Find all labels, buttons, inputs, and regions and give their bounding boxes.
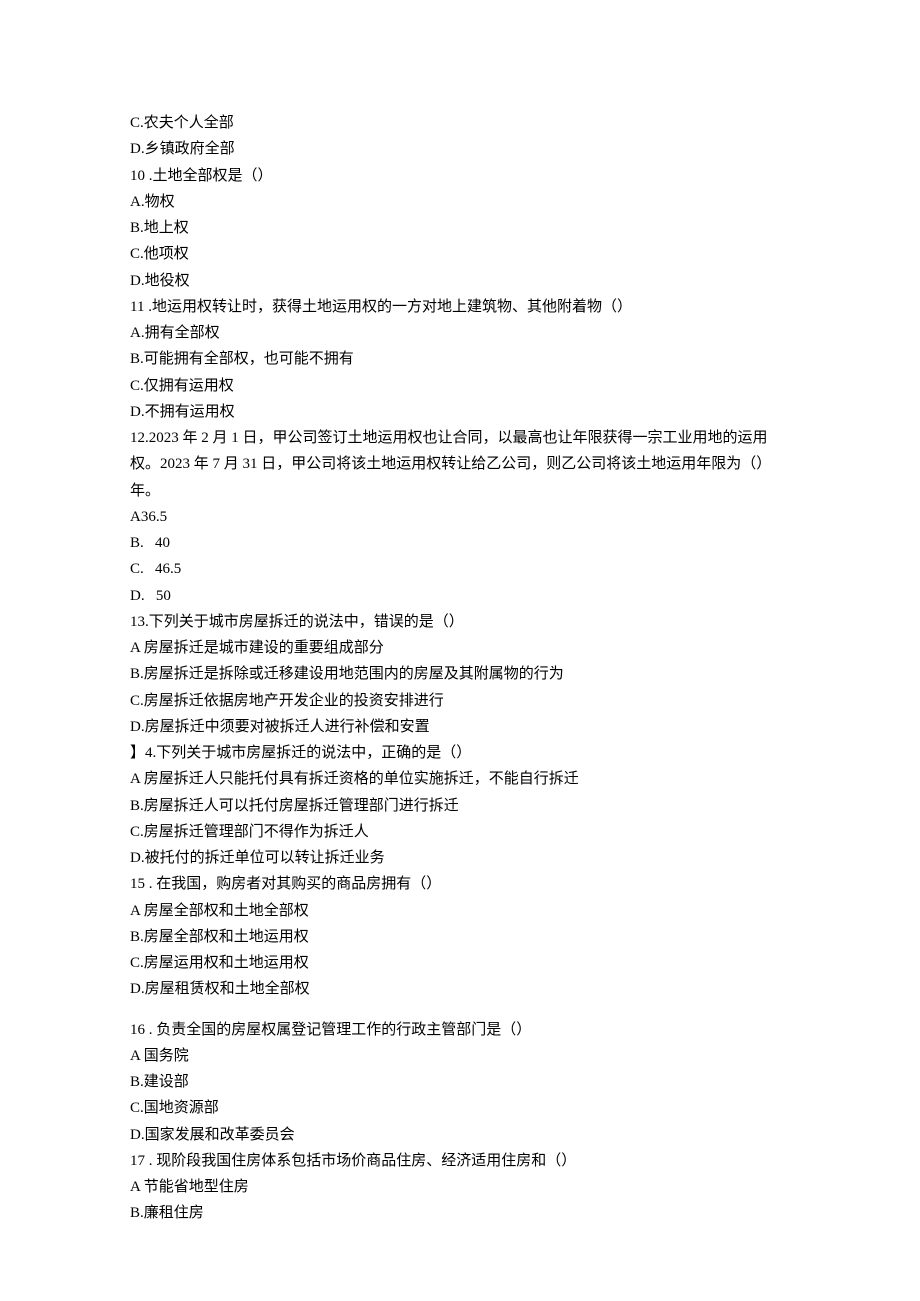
option-d: D.房屋拆迁中须要对被拆迁人进行补偿和安置 — [130, 714, 790, 740]
question-11: 11 .地运用权转让时，获得土地运用权的一方对地上建筑物、其他附着物（） — [130, 294, 790, 320]
option-c: C.农夫个人全部 — [130, 110, 790, 136]
option-d: D.乡镇政府全部 — [130, 136, 790, 162]
option-b: B.房屋拆迁是拆除或迁移建设用地范围内的房屋及其附属物的行为 — [130, 661, 790, 687]
option-a: A 房屋拆迁人只能托付具有拆迁资格的单位实施拆迁，不能自行拆迁 — [130, 766, 790, 792]
question-14: 】4.下列关于城市房屋拆迁的说法中，正确的是（） — [130, 740, 790, 766]
option-a: A36.5 — [130, 504, 790, 530]
option-a: A 节能省地型住房 — [130, 1174, 790, 1200]
option-b: B.房屋拆迁人可以托付房屋拆迁管理部门进行拆迁 — [130, 793, 790, 819]
option-d: D.房屋租赁权和土地全部权 — [130, 976, 790, 1002]
option-c: C.房屋拆迁管理部门不得作为拆迁人 — [130, 819, 790, 845]
option-b: B. 40 — [130, 530, 790, 556]
option-a: A 国务院 — [130, 1043, 790, 1069]
option-b: B.可能拥有全部权，也可能不拥有 — [130, 346, 790, 372]
question-10: 10 .土地全部权是（） — [130, 163, 790, 189]
option-a: A.拥有全部权 — [130, 320, 790, 346]
option-a: A 房屋全部权和土地全部权 — [130, 898, 790, 924]
option-c: C.房屋拆迁依据房地产开发企业的投资安排进行 — [130, 688, 790, 714]
question-16: 16 . 负责全国的房屋权属登记管理工作的行政主管部门是（） — [130, 1017, 790, 1043]
question-17: 17 . 现阶段我国住房体系包括市场价商品住房、经济适用住房和（） — [130, 1148, 790, 1174]
option-c: C.房屋运用权和土地运用权 — [130, 950, 790, 976]
option-b: B.建设部 — [130, 1069, 790, 1095]
option-b: B.地上权 — [130, 215, 790, 241]
option-d: D.被托付的拆迁单位可以转让拆迁业务 — [130, 845, 790, 871]
question-12: 12.2023 年 2 月 1 日，甲公司签订土地运用权也让合同，以最高也让年限… — [130, 425, 790, 504]
option-a: A 房屋拆迁是城市建设的重要组成部分 — [130, 635, 790, 661]
option-b: B.廉租住房 — [130, 1200, 790, 1226]
option-b: B.房屋全部权和土地运用权 — [130, 924, 790, 950]
question-13: 13.下列关于城市房屋拆迁的说法中，错误的是（） — [130, 609, 790, 635]
blank-line — [130, 1003, 790, 1017]
option-d: D.地役权 — [130, 268, 790, 294]
option-c: C. 46.5 — [130, 556, 790, 582]
option-a: A.物权 — [130, 189, 790, 215]
question-15: 15 . 在我国，购房者对其购买的商品房拥有（） — [130, 871, 790, 897]
document-page: C.农夫个人全部 D.乡镇政府全部 10 .土地全部权是（） A.物权 B.地上… — [0, 0, 920, 1301]
option-d: D.不拥有运用权 — [130, 399, 790, 425]
option-c: C.仅拥有运用权 — [130, 373, 790, 399]
option-d: D.国家发展和改革委员会 — [130, 1122, 790, 1148]
option-c: C.国地资源部 — [130, 1095, 790, 1121]
option-c: C.他项权 — [130, 241, 790, 267]
option-d: D. 50 — [130, 583, 790, 609]
